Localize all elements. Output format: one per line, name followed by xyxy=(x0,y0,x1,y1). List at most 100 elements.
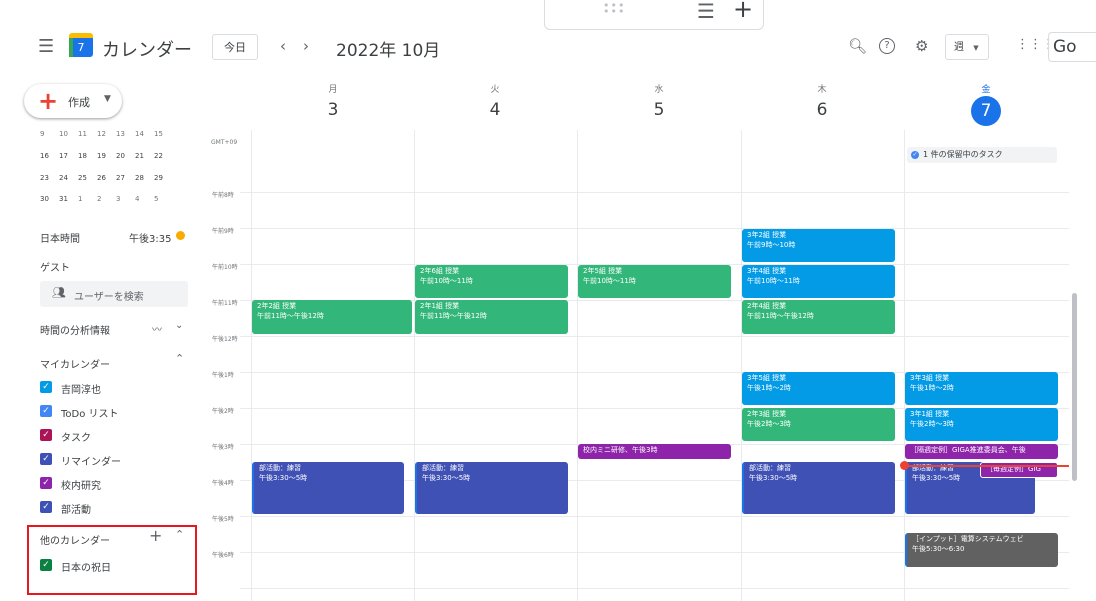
day-divider xyxy=(251,130,252,601)
event-card[interactable]: 3年4組 授業 午前10時～11時 xyxy=(742,265,895,298)
mini-day[interactable]: 31 xyxy=(59,195,78,203)
day-number[interactable]: 3 xyxy=(252,100,414,122)
sort-lines-icon[interactable]: ☰ xyxy=(697,0,715,23)
mini-day[interactable]: 27 xyxy=(116,174,135,182)
chevron-down-icon[interactable]: ⌄ xyxy=(175,320,183,331)
time-label: 午前10時 xyxy=(212,264,238,271)
event-card[interactable]: 3年2組 授業 午前9時～10時 xyxy=(742,229,895,262)
mini-day[interactable]: 26 xyxy=(97,174,116,182)
mini-day[interactable]: 14 xyxy=(135,130,154,136)
day-number-today[interactable]: 7 xyxy=(971,96,1001,126)
event-card[interactable]: ［インプット］電算システムウェビ 午後5:30～6:30 xyxy=(905,533,1058,567)
my-calendars-label[interactable]: マイカレンダー xyxy=(40,356,110,371)
mini-day[interactable]: 11 xyxy=(78,130,97,136)
event-card[interactable]: 2年1組 授業 午前11時～午後12時 xyxy=(415,300,568,334)
search-icon[interactable]: 🔍︎ xyxy=(848,37,867,55)
mini-calendar-row: 30 31 1 2 3 4 5 xyxy=(40,195,173,203)
event-card[interactable]: 2年3組 授業 午後2時～3時 xyxy=(742,408,895,441)
mini-day[interactable]: 13 xyxy=(116,130,135,136)
mini-day[interactable]: 28 xyxy=(135,174,154,182)
grip-icon[interactable]: ••• ••• xyxy=(603,0,625,17)
event-title: 2年4組 授業 xyxy=(747,302,787,310)
checkbox-icon[interactable]: ✓ xyxy=(40,429,52,441)
event-card[interactable]: 校内ミニ研修、午後3時 xyxy=(578,444,731,459)
event-card[interactable]: 部活動：練習 午後3:30～5時 xyxy=(415,462,568,514)
mini-day[interactable]: 10 xyxy=(59,130,78,136)
timezone-gmt-label: GMT+09 xyxy=(211,139,238,146)
mini-day[interactable]: 3 xyxy=(116,195,135,203)
grid-scrollbar[interactable] xyxy=(1072,293,1077,481)
hour-line xyxy=(240,192,1069,193)
calendar-name: 部活動 xyxy=(61,505,91,516)
mini-day[interactable]: 9 xyxy=(40,130,59,136)
today-button[interactable]: 今日 xyxy=(212,34,258,60)
mini-day[interactable]: 25 xyxy=(78,174,97,182)
checkbox-icon[interactable]: ✓ xyxy=(40,405,52,417)
event-card[interactable]: ［隔週定例］GIGA推進委員会、午後 xyxy=(905,444,1058,459)
mini-day[interactable]: 16 xyxy=(40,152,59,160)
time-label: 午前8時 xyxy=(212,192,234,199)
event-card[interactable]: 2年6組 授業 午前10時～11時 xyxy=(415,265,568,298)
pending-task-chip[interactable]: ✓ 1 件の保留中のタスク xyxy=(907,147,1057,163)
checkbox-icon[interactable]: ✓ xyxy=(40,381,52,393)
time-label: 午前11時 xyxy=(212,300,238,307)
day-number[interactable]: 6 xyxy=(741,100,903,122)
day-of-week: 月 xyxy=(328,85,338,95)
main-menu-icon[interactable]: ☰ xyxy=(38,36,54,57)
day-header-tue[interactable]: 火 4 xyxy=(414,82,576,122)
mini-calendar-row: 9 10 11 12 13 14 15 xyxy=(40,130,173,136)
day-header-fri[interactable]: 金 7 xyxy=(905,82,1067,126)
mini-day[interactable]: 15 xyxy=(154,130,173,136)
event-card[interactable]: 3年5組 授業 午後1時～2時 xyxy=(742,372,895,405)
search-users-input[interactable]: 👥︎ ユーザーを検索 xyxy=(40,281,188,307)
create-button[interactable]: + 作成 ▼ xyxy=(24,84,122,118)
mini-day[interactable]: 2 xyxy=(97,195,116,203)
checkbox-icon[interactable]: ✓ xyxy=(40,501,52,513)
event-card[interactable]: 部活動：練習 午後3:30～5時 xyxy=(252,462,404,514)
day-header-thu[interactable]: 木 6 xyxy=(741,82,903,122)
hour-line xyxy=(240,516,1069,517)
mini-day[interactable]: 19 xyxy=(97,152,116,160)
day-header-wed[interactable]: 水 5 xyxy=(578,82,740,122)
add-icon[interactable]: + xyxy=(733,0,753,23)
event-card[interactable]: 2年2組 授業 午前11時～午後12時 xyxy=(252,300,412,334)
view-selector[interactable]: 週 ▼ xyxy=(945,34,989,60)
week-grid[interactable] xyxy=(240,130,1069,601)
mini-day[interactable]: 24 xyxy=(59,174,78,182)
event-card[interactable]: 2年5組 授業 午前10時～11時 xyxy=(578,265,731,298)
help-icon[interactable]: ? xyxy=(879,38,895,54)
mini-day[interactable]: 29 xyxy=(154,174,173,182)
checkbox-icon[interactable]: ✓ xyxy=(40,477,52,489)
day-number[interactable]: 4 xyxy=(414,100,576,122)
event-card[interactable]: 部活動：練習 午後3:30～5時 xyxy=(742,462,895,514)
checkbox-icon[interactable]: ✓ xyxy=(40,453,52,465)
chevron-up-icon[interactable]: ⌃ xyxy=(175,352,184,365)
next-week-icon[interactable]: › xyxy=(303,37,309,55)
hour-line xyxy=(240,588,1069,589)
search-users-placeholder: ユーザーを検索 xyxy=(74,292,144,303)
mini-day[interactable]: 21 xyxy=(135,152,154,160)
event-time: 午後3:30～5時 xyxy=(259,474,308,482)
mini-day[interactable]: 12 xyxy=(97,130,116,136)
mini-day[interactable]: 23 xyxy=(40,174,59,182)
mini-day[interactable]: 4 xyxy=(135,195,154,203)
event-card[interactable]: 2年4組 授業 午前11時～午後12時 xyxy=(742,300,895,334)
event-card[interactable]: 3年3組 授業 午後1時～2時 xyxy=(905,372,1058,405)
day-header-mon[interactable]: 月 3 xyxy=(252,82,414,122)
mini-day[interactable]: 17 xyxy=(59,152,78,160)
time-label: 午後5時 xyxy=(212,516,234,523)
account-area[interactable]: Go xyxy=(1048,32,1096,62)
mini-day[interactable]: 20 xyxy=(116,152,135,160)
mini-day[interactable]: 30 xyxy=(40,195,59,203)
mini-day[interactable]: 5 xyxy=(154,195,173,203)
previous-week-icon[interactable]: ‹ xyxy=(280,37,286,55)
mini-day[interactable]: 1 xyxy=(78,195,97,203)
event-card[interactable]: 3年1組 授業 午後2時～3時 xyxy=(905,408,1058,441)
mini-day[interactable]: 18 xyxy=(78,152,97,160)
event-title: 校内ミニ研修、午後3時 xyxy=(583,446,658,454)
day-number[interactable]: 5 xyxy=(578,100,740,122)
time-insights-label[interactable]: 時間の分析情報 xyxy=(40,322,110,337)
settings-gear-icon[interactable]: ⚙ xyxy=(915,37,928,55)
event-title: 2年2組 授業 xyxy=(257,302,297,310)
mini-day[interactable]: 22 xyxy=(154,152,173,160)
